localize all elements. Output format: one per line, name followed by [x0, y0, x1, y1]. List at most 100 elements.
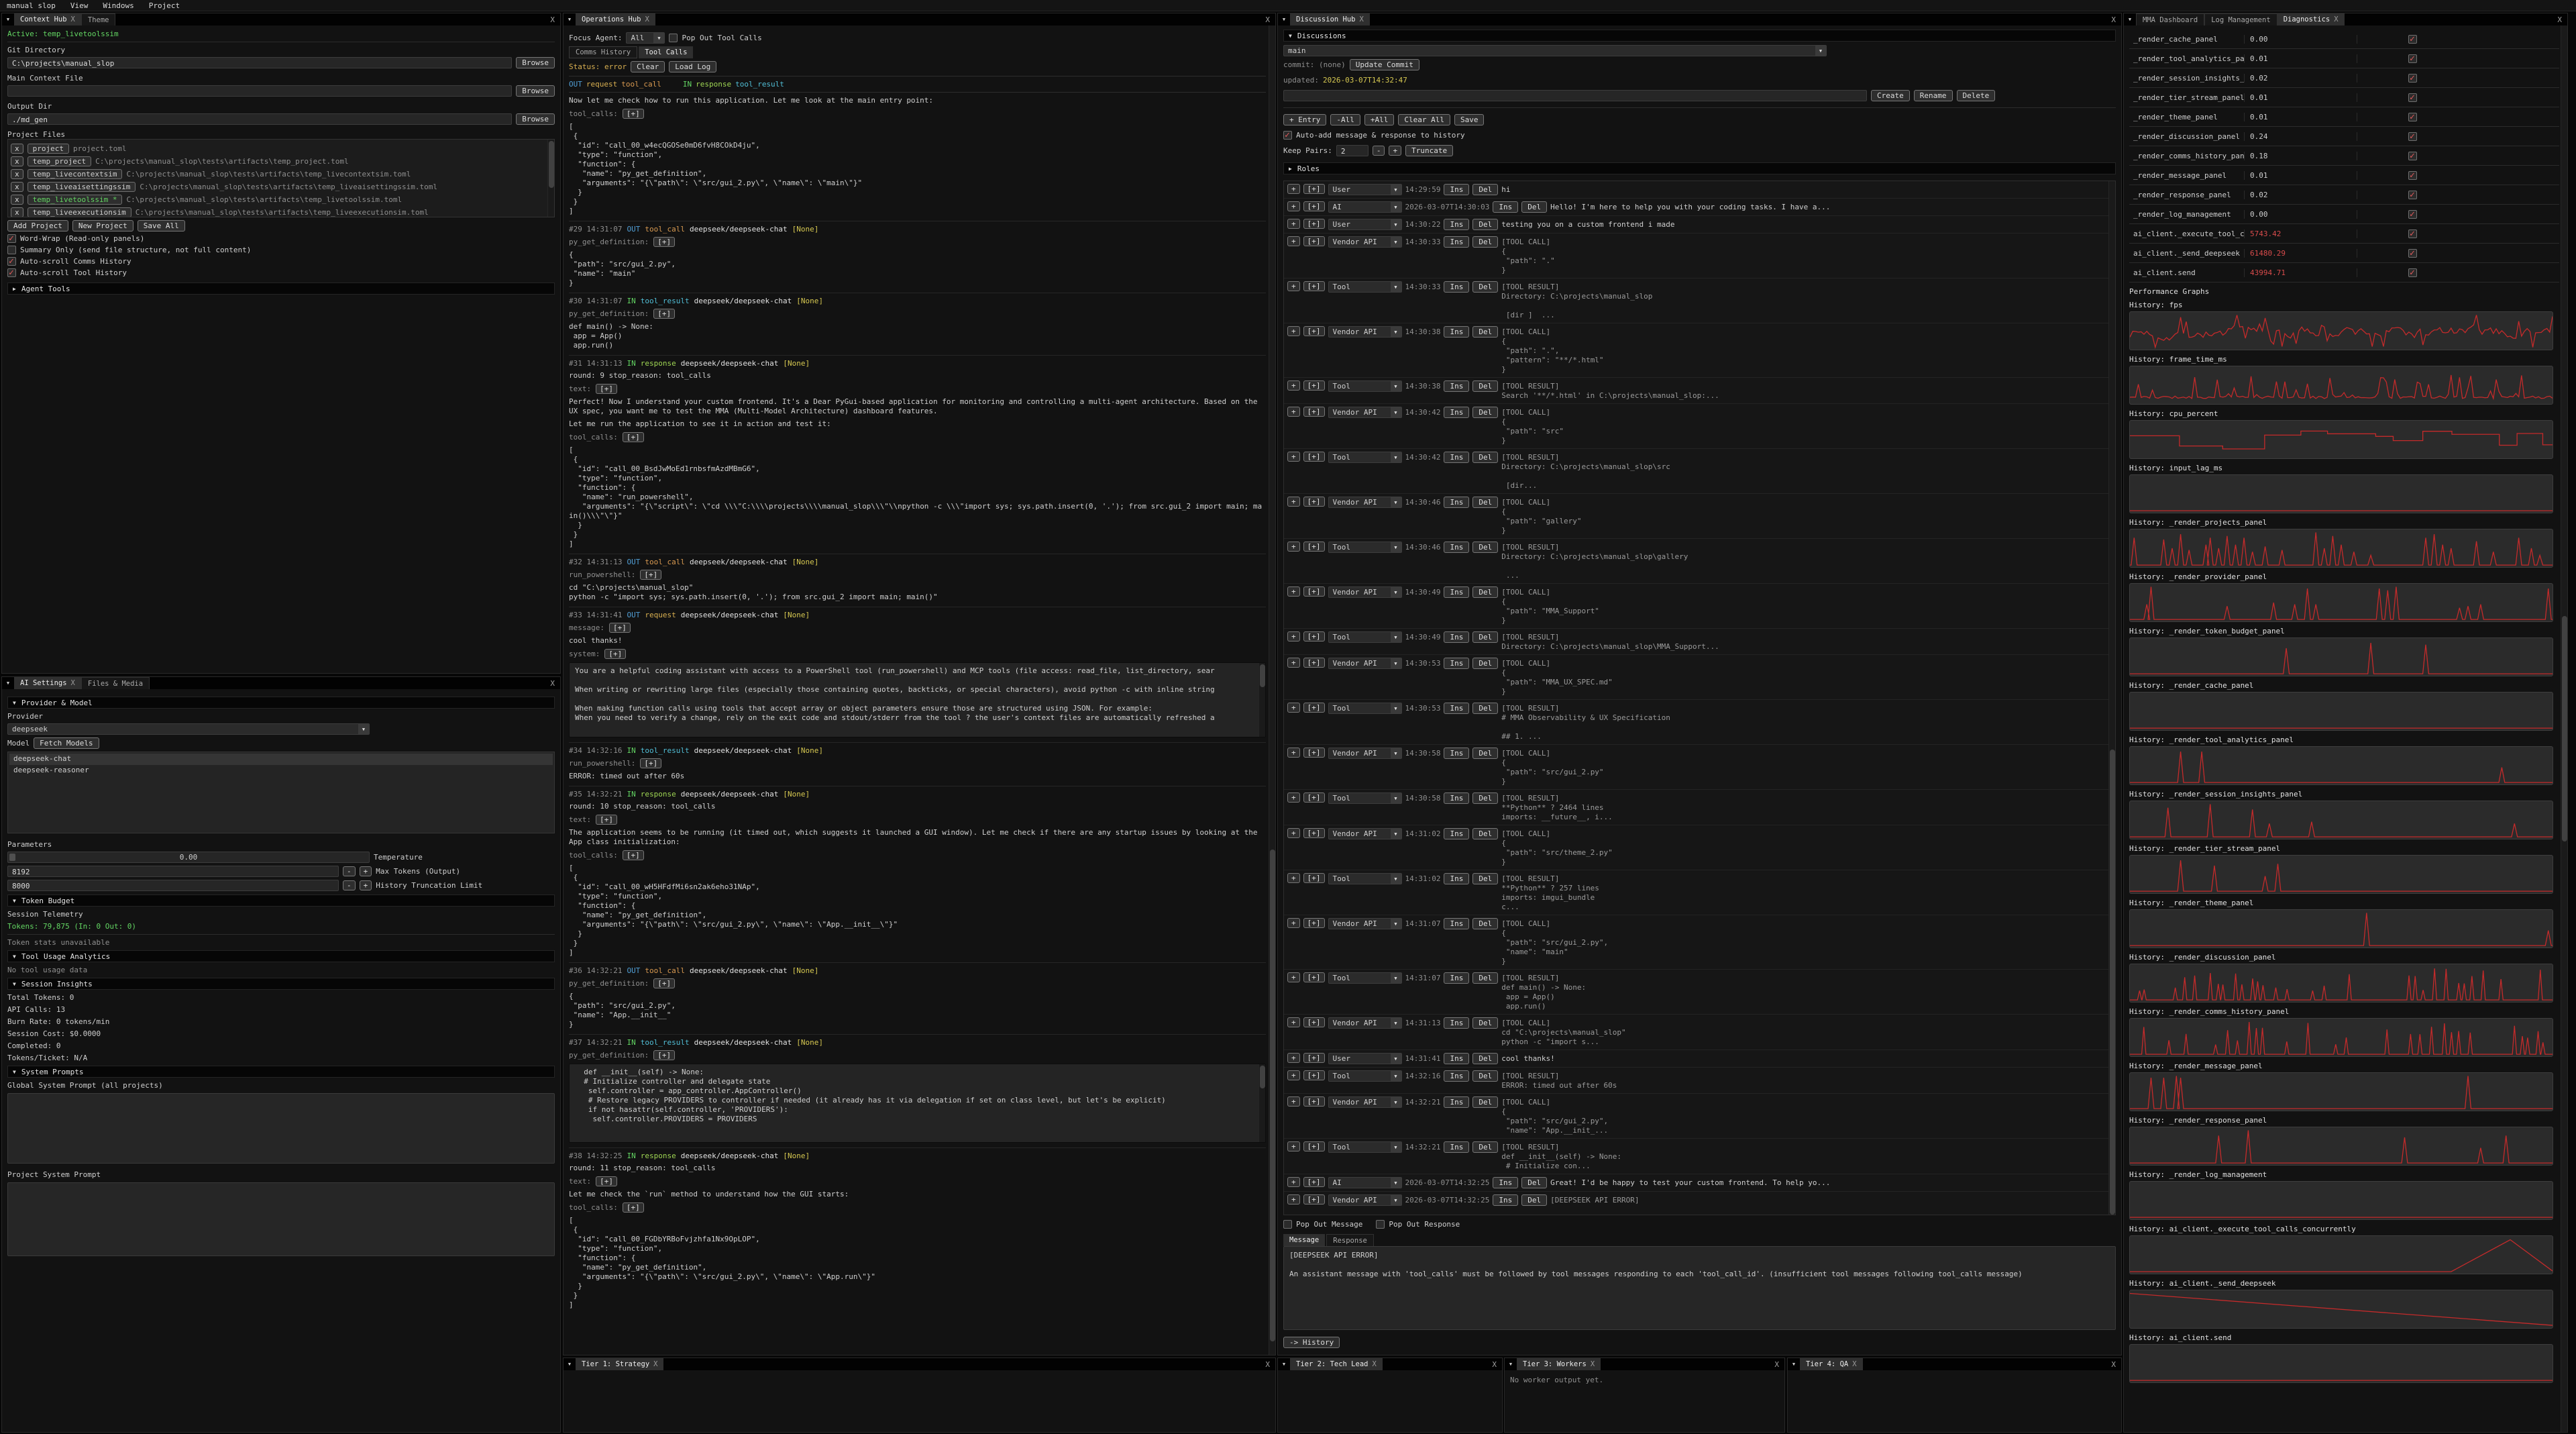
role-select[interactable]: Vendor API▼: [1328, 748, 1402, 759]
expand-entry-button[interactable]: [+]: [1303, 1017, 1325, 1027]
delete-entry-button[interactable]: Del: [1472, 1070, 1498, 1082]
add-entry-button[interactable]: +: [1287, 452, 1300, 462]
remove-file-button[interactable]: x: [11, 195, 23, 205]
update-commit-button[interactable]: Update Commit: [1350, 59, 1419, 70]
insert-button[interactable]: Ins: [1444, 658, 1469, 669]
expand-button[interactable]: [+]: [640, 758, 661, 768]
expand-entry-button[interactable]: [+]: [1303, 1053, 1325, 1063]
role-select[interactable]: Tool▼: [1328, 792, 1402, 804]
add-entry-button[interactable]: +: [1287, 918, 1300, 928]
expand-entry-button[interactable]: [+]: [1303, 972, 1325, 982]
expand-entry-button[interactable]: [+]: [1303, 326, 1325, 336]
expand-entry-button[interactable]: [+]: [1303, 184, 1325, 194]
insert-button[interactable]: Ins: [1444, 972, 1469, 984]
expand-button[interactable]: [+]: [653, 309, 675, 319]
add-entry-button[interactable]: +: [1287, 631, 1300, 642]
add-entry-button[interactable]: +: [1287, 326, 1300, 336]
insert-button[interactable]: Ins: [1444, 184, 1469, 195]
close-icon[interactable]: X: [1360, 15, 1364, 23]
remove-file-button[interactable]: x: [11, 169, 23, 179]
role-select[interactable]: Tool▼: [1328, 380, 1402, 392]
insert-button[interactable]: Ins: [1444, 326, 1469, 338]
checkbox[interactable]: [7, 234, 16, 243]
insert-button[interactable]: Ins: [1444, 631, 1469, 643]
expand-entry-button[interactable]: [+]: [1303, 407, 1325, 417]
delete-entry-button[interactable]: Del: [1521, 1177, 1547, 1188]
remove-file-button[interactable]: x: [11, 207, 23, 217]
delete-entry-button[interactable]: Del: [1472, 1141, 1498, 1153]
discussion-name-input[interactable]: [1283, 90, 1867, 101]
panel-close-icon[interactable]: X: [1260, 13, 1275, 25]
add-entry-button[interactable]: +: [1287, 1070, 1300, 1080]
insert-button[interactable]: Ins: [1444, 407, 1469, 418]
insert-button[interactable]: Ins: [1444, 236, 1469, 248]
role-select[interactable]: Vendor API▼: [1328, 918, 1402, 929]
role-select[interactable]: AI▼: [1328, 201, 1402, 213]
insert-button[interactable]: Ins: [1493, 1177, 1518, 1188]
delete-entry-button[interactable]: Del: [1472, 658, 1498, 669]
collapse-icon[interactable]: ▼: [1788, 1358, 1800, 1370]
insert-button[interactable]: Ins: [1444, 586, 1469, 598]
role-select[interactable]: Vendor API▼: [1328, 326, 1402, 338]
add-entry-button[interactable]: +: [1287, 1177, 1300, 1187]
tab-files-media[interactable]: Files & Media: [81, 677, 150, 689]
collapse-icon[interactable]: ▼: [2124, 13, 2136, 25]
expand-entry-button[interactable]: [+]: [1303, 918, 1325, 928]
focus-agent-select[interactable]: All▼: [626, 32, 665, 44]
scrollbar[interactable]: [549, 141, 554, 188]
tab-tier-2-tech-lead[interactable]: Tier 2: Tech LeadX: [1290, 1358, 1383, 1370]
load-log-button[interactable]: Load Log: [669, 61, 716, 72]
delete-entry-button[interactable]: Del: [1472, 407, 1498, 418]
create-button[interactable]: Create: [1871, 90, 1910, 101]
delete-entry-button[interactable]: Del: [1472, 703, 1498, 714]
insert-button[interactable]: Ins: [1444, 452, 1469, 463]
discussions-header[interactable]: ▼Discussions: [1283, 30, 2116, 42]
metric-checkbox[interactable]: [2408, 152, 2417, 160]
roles-header[interactable]: ▶Roles: [1283, 162, 2116, 174]
role-select[interactable]: User▼: [1328, 1053, 1402, 1064]
tab-theme[interactable]: Theme: [81, 13, 116, 25]
delete-entry-button[interactable]: Del: [1472, 748, 1498, 759]
model-item[interactable]: deepseek-chat: [9, 754, 553, 765]
project-chip[interactable]: temp_livecontextsim: [28, 169, 123, 179]
add-entry-button[interactable]: +: [1287, 1141, 1300, 1151]
role-select[interactable]: Vendor API▼: [1328, 1017, 1402, 1029]
insert-button[interactable]: Ins: [1444, 1053, 1469, 1064]
close-icon[interactable]: X: [2334, 15, 2338, 23]
expand-button[interactable]: [+]: [604, 649, 626, 659]
rename-button[interactable]: Rename: [1914, 90, 1953, 101]
add-entry-button[interactable]: +: [1287, 407, 1300, 417]
expand-entry-button[interactable]: [+]: [1303, 281, 1325, 291]
role-select[interactable]: Vendor API▼: [1328, 236, 1402, 248]
add-entry-button[interactable]: +: [1287, 542, 1300, 552]
tab-tier-3-workers[interactable]: Tier 3: WorkersX: [1517, 1358, 1601, 1370]
tab-log-management[interactable]: Log Management: [2204, 13, 2277, 25]
collapse-icon[interactable]: ▼: [1278, 13, 1290, 25]
expand-entry-button[interactable]: [+]: [1303, 1141, 1325, 1151]
insert-button[interactable]: Ins: [1493, 1194, 1518, 1206]
expand-button[interactable]: [+]: [609, 623, 631, 633]
-all-button[interactable]: -All: [1330, 114, 1360, 125]
role-select[interactable]: User▼: [1328, 219, 1402, 230]
scrollbar[interactable]: [2110, 750, 2115, 1215]
fetch-models-button[interactable]: Fetch Models: [34, 737, 99, 749]
keep-pairs-input[interactable]: 2: [1336, 145, 1368, 156]
metric-checkbox[interactable]: [2408, 74, 2417, 83]
role-select[interactable]: Tool▼: [1328, 1070, 1402, 1082]
new-project-button[interactable]: New Project: [72, 220, 133, 232]
expand-entry-button[interactable]: [+]: [1303, 631, 1325, 642]
collapse-icon[interactable]: ▼: [564, 13, 576, 25]
add-entry-button[interactable]: +: [1287, 792, 1300, 803]
temperature-slider[interactable]: 0.00: [7, 852, 370, 863]
expand-entry-button[interactable]: [+]: [1303, 586, 1325, 597]
insert-button[interactable]: Ins: [1444, 542, 1469, 553]
remove-file-button[interactable]: x: [11, 144, 23, 154]
insert-button[interactable]: Ins: [1444, 497, 1469, 508]
delete-entry-button[interactable]: Del: [1472, 326, 1498, 338]
history-limit-input[interactable]: 8000: [7, 880, 339, 891]
role-select[interactable]: Tool▼: [1328, 1141, 1402, 1153]
max-tokens-plus-button[interactable]: +: [360, 866, 372, 876]
browse-main-button[interactable]: Browse: [516, 85, 555, 97]
panel-close-icon[interactable]: X: [545, 13, 560, 25]
checkbox[interactable]: [7, 257, 16, 266]
